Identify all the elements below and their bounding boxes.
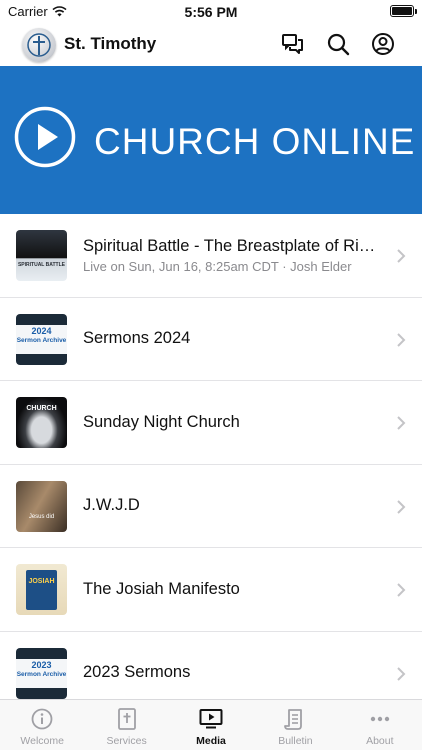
media-item[interactable]: 2024 Sermon Archive Sermons 2024 <box>0 298 422 381</box>
media-item-title: 2023 Sermons <box>83 663 191 682</box>
chevron-right-icon <box>397 249 406 263</box>
thumbnail-caption: SPIRITUAL BATTLE <box>17 262 66 268</box>
media-list: SPIRITUAL BATTLE Spiritual Battle - The … <box>0 214 422 715</box>
chevron-right-icon <box>397 583 406 597</box>
chevron-right-icon <box>397 332 406 347</box>
app-header: St. Timothy <box>0 22 422 66</box>
scroll-icon <box>284 709 303 730</box>
media-item[interactable]: JOSIAH The Josiah Manifesto <box>0 548 422 632</box>
chat-bubbles-icon[interactable] <box>281 32 305 56</box>
media-item[interactable]: Jesus did J.W.J.D <box>0 465 422 548</box>
tab-label: Media <box>196 735 226 747</box>
status-time: 5:56 PM <box>184 4 238 20</box>
tab-bulletin[interactable]: Bulletin <box>253 700 337 750</box>
more-dots-icon <box>370 716 390 722</box>
profile-icon[interactable] <box>371 32 395 56</box>
play-icon <box>14 106 76 168</box>
media-thumbnail: SPIRITUAL BATTLE <box>16 230 67 281</box>
media-thumbnail: Jesus did <box>16 480 67 532</box>
thumbnail-year: 2024 <box>31 325 52 336</box>
search-icon[interactable] <box>326 32 350 56</box>
app-title: St. Timothy <box>64 34 157 53</box>
status-bar: Carrier 5:56 PM <box>0 0 422 22</box>
media-item-title: The Josiah Manifesto <box>83 579 240 598</box>
media-item-title: Sermons 2024 <box>83 329 191 348</box>
tab-media[interactable]: Media <box>169 700 253 750</box>
play-screen-icon <box>199 709 223 729</box>
info-icon <box>31 708 53 730</box>
tab-welcome[interactable]: Welcome <box>0 700 84 750</box>
church-online-banner[interactable]: CHURCH ONLINE <box>0 66 422 214</box>
bible-icon <box>117 708 136 730</box>
media-thumbnail: CHURCH <box>16 397 67 448</box>
tab-label: About <box>366 735 394 747</box>
chevron-right-icon <box>397 666 406 681</box>
hero-title: CHURCH ONLINE <box>94 121 416 162</box>
media-item[interactable]: SPIRITUAL BATTLE Spiritual Battle - The … <box>0 214 422 298</box>
chevron-right-icon <box>397 499 406 514</box>
tab-label: Services <box>106 735 147 747</box>
tab-label: Bulletin <box>278 735 313 747</box>
media-item-subtitle: Live on Sun, Jun 16, 8:25am CDT · Josh E… <box>83 258 352 274</box>
media-thumbnail: JOSIAH <box>16 564 67 615</box>
thumbnail-year: 2023 <box>31 659 52 670</box>
media-item-title: Spiritual Battle - The Breastplate of Ri… <box>83 236 382 255</box>
tab-services[interactable]: Services <box>84 700 168 750</box>
tab-label: Welcome <box>20 735 64 747</box>
battery-icon <box>390 5 417 17</box>
media-item-title: J.W.J.D <box>83 496 140 515</box>
thumbnail-caption: Jesus did <box>28 513 55 520</box>
media-thumbnail: 2024 Sermon Archive <box>16 313 67 365</box>
tab-about[interactable]: About <box>338 700 422 750</box>
media-item-title: Sunday Night Church <box>83 412 240 431</box>
thumbnail-caption: Sermon Archive <box>16 336 67 344</box>
church-logo <box>22 28 56 62</box>
thumbnail-caption: JOSIAH <box>28 578 55 585</box>
thumbnail-caption: CHURCH <box>26 405 57 412</box>
tab-bar: Welcome Services Media Bulletin About <box>0 699 422 750</box>
thumbnail-caption: Sermon Archive <box>16 670 67 678</box>
chevron-right-icon <box>397 416 406 430</box>
media-thumbnail: 2023 Sermon Archive <box>16 647 67 699</box>
media-item[interactable]: CHURCH Sunday Night Church <box>0 381 422 465</box>
